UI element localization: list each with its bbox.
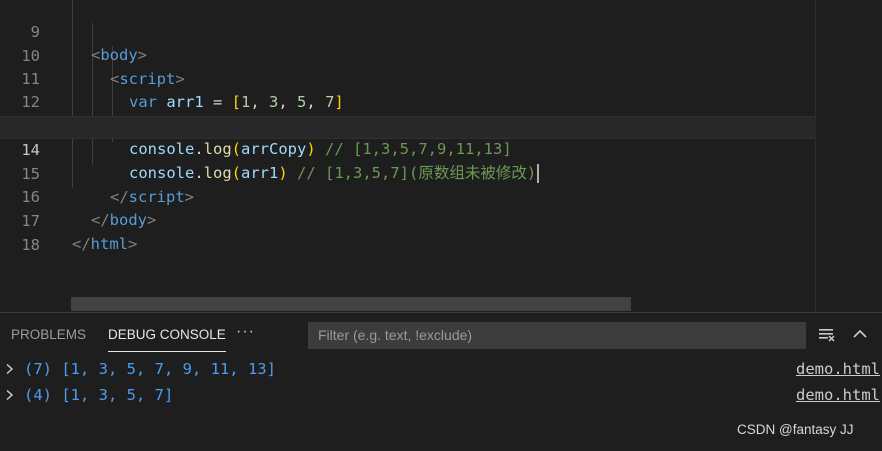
- vertical-scrollbar-track[interactable]: [815, 0, 816, 312]
- code-line-9[interactable]: 9 <body>: [0, 0, 815, 64]
- console-output-row[interactable]: (4) [1, 3, 5, 7] demo.html: [0, 383, 882, 407]
- code-line-11[interactable]: 11 var arr1 = [1, 3, 5, 7]: [0, 45, 815, 111]
- tab-debug-console[interactable]: DEBUG CONSOLE: [108, 327, 226, 352]
- code-line-10[interactable]: 10 <script>: [0, 22, 815, 88]
- code-line-18[interactable]: 18: [0, 211, 815, 254]
- line-number: 18: [21, 236, 40, 254]
- more-actions-button[interactable]: ···: [236, 323, 255, 341]
- code-line-16[interactable]: 16 </body>: [0, 163, 815, 229]
- console-output-text: (7) [1, 3, 5, 7, 9, 11, 13]: [24, 360, 276, 378]
- chevron-up-icon[interactable]: [849, 323, 871, 345]
- clear-console-icon[interactable]: [816, 323, 838, 345]
- filter-input[interactable]: Filter (e.g. text, !exclude): [308, 322, 806, 349]
- code-text: </html>: [72, 235, 138, 253]
- horizontal-scrollbar-thumb[interactable]: [71, 297, 631, 311]
- console-output-row[interactable]: (7) [1, 3, 5, 7, 9, 11, 13] demo.html: [0, 357, 882, 381]
- code-line-14-active[interactable]: 14 console.log(arr1) // [1,3,5,7](原数组未被修…: [0, 116, 815, 183]
- code-line-12[interactable]: 12 var arrCopy = arr1.concat(9, [11, 13]…: [0, 68, 815, 134]
- code-line-13[interactable]: 13 console.log(arrCopy) // [1,3,5,7,9,11…: [0, 92, 815, 158]
- source-link[interactable]: demo.html: [796, 357, 880, 381]
- source-link[interactable]: demo.html: [796, 383, 880, 407]
- tab-problems[interactable]: PROBLEMS: [11, 327, 86, 351]
- chevron-right-icon[interactable]: [4, 363, 16, 375]
- code-line-15[interactable]: 15 </script>: [0, 140, 815, 206]
- chevron-right-icon[interactable]: [4, 389, 16, 401]
- code-editor[interactable]: 9 <body> 10 <script> 11 var arr1 = [1, 3…: [0, 0, 882, 312]
- console-output-text: (4) [1, 3, 5, 7]: [24, 386, 174, 404]
- code-line-17[interactable]: 17 </html>: [0, 187, 815, 253]
- watermark: CSDN @fantasy JJ: [737, 422, 854, 437]
